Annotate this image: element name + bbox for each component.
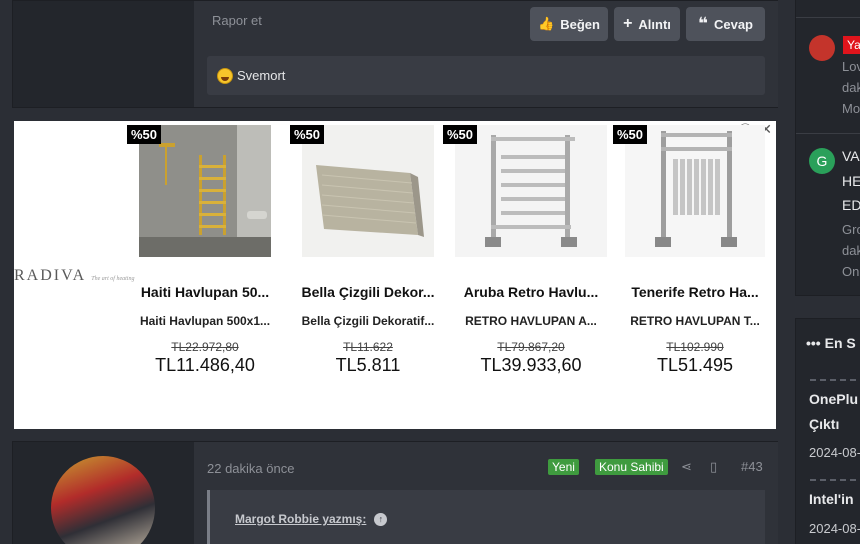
avatar[interactable] [809,35,835,61]
news-date: 2024-08- [809,521,860,536]
reply-button[interactable]: ❝ Cevap [686,7,765,41]
product-subtitle: RETRO HAVLUPAN T... [630,314,760,328]
bookmark-icon[interactable]: ▯ [710,459,717,475]
product-image[interactable]: %50 [443,125,607,257]
divider [810,479,860,481]
news-date: 2024-08- [809,445,860,460]
avatar[interactable]: G [809,148,835,174]
old-price: TL102.990 [666,340,724,354]
activity-line: dak [842,80,860,95]
ad-banner[interactable]: RADIVA The art of heating ⓘ ✕ %50 [14,121,776,429]
thread-meta: dak [842,243,860,258]
gold-towel-rail-icon [139,125,271,257]
sidebar-latest-block: Ya Lov dak Mo G VA HE ED Gro dak Onl [795,0,860,296]
product-image[interactable]: %50 [127,125,271,257]
discount-badge: %50 [443,125,478,144]
thread-meta: Onl [842,264,860,279]
plus-icon: + [623,15,633,32]
price: TL11.486,40 [155,355,255,375]
price: TL39.933,60 [480,355,582,375]
post-user-panel [13,1,193,107]
brand-name: RADIVA [14,267,86,284]
owner-badge: Konu Sahibi [595,459,668,475]
reply-label: Cevap [713,16,753,32]
price: TL51.495 [656,355,734,375]
like-button[interactable]: 👍 Beğen [530,7,608,41]
discount-badge: %50 [127,125,162,144]
discount-badge: %50 [290,125,325,144]
product-subtitle: Bella Çizgili Dekoratif... [301,314,435,328]
quote-author-label: Margot Robbie yazmış: [235,512,367,526]
quote-block: Margot Robbie yazmış: ↑ [207,490,765,544]
price: TL5.811 [335,355,401,375]
news-title[interactable]: Intel'in [809,491,854,507]
thread-title-line[interactable]: VA [842,148,860,164]
thumbs-up-icon: 👍 [538,16,555,31]
thread-meta: Gro [842,222,860,237]
quote-add-button[interactable]: + Alıntı [614,7,680,41]
product-card[interactable]: %50 Haiti Havlupan 50... Haiti Havlupan … [127,125,282,376]
product-subtitle: Haiti Havlupan 500x1... [139,314,271,328]
old-price: TL79.867,20 [497,340,565,354]
old-price: TL22.972,80 [171,340,239,354]
page: Rapor et 👍 Beğen + Alıntı ❝ Cevap Svemor… [0,0,860,544]
product-image[interactable]: %50 [613,125,765,257]
share-icon[interactable]: ⋖ [681,459,692,475]
reactions-bar[interactable]: Svemort [207,56,765,95]
post-body: 22 dakika önce Yeni Konu Sahibi ⋖ ▯ #43 … [194,442,778,544]
product-title[interactable]: Bella Çizgili Dekor... [291,284,445,300]
post-container: 22 dakika önce Yeni Konu Sahibi ⋖ ▯ #43 … [12,441,778,544]
user-badge: Ya [843,36,860,54]
arrow-up-circle-icon[interactable]: ↑ [374,512,388,526]
post-body: Rapor et 👍 Beğen + Alıntı ❝ Cevap Svemor… [194,1,778,107]
product-card[interactable]: %50 Bella Çizgili Dekor... Bella Çizgili… [290,125,445,376]
discount-badge: %50 [613,125,648,144]
product-card[interactable]: %50 Tenerife Retro Ha... RETRO HAVLUPAN … [613,125,772,376]
activity-line: Mo [842,101,860,116]
divider [796,133,860,134]
post-container: Rapor et 👍 Beğen + Alıntı ❝ Cevap Svemor… [12,0,778,108]
product-card[interactable]: %50 Aruba Retro Havlu... RETRO HAVLUPAN … [443,125,608,376]
divider [810,379,860,381]
chrome-towel-rail-icon [455,125,607,257]
section-title: ••• En S [806,335,856,351]
section-title-text: En S [824,335,856,351]
news-title[interactable]: OnePlu [809,391,858,407]
product-title[interactable]: Tenerife Retro Ha... [618,284,772,300]
post-time[interactable]: 22 dakika önce [207,461,294,476]
report-link[interactable]: Rapor et [212,13,262,28]
product-subtitle: RETRO HAVLUPAN A... [465,314,597,328]
thread-title-line[interactable]: ED [842,197,860,213]
post-number[interactable]: #43 [741,459,763,474]
column-radiator-icon [625,125,765,257]
new-badge: Yeni [548,459,579,475]
brand-logo[interactable]: RADIVA The art of heating [14,267,134,285]
dots-icon: ••• [806,335,821,351]
like-label: Beğen [560,16,600,32]
panel-radiator-icon [302,125,434,257]
quote-add-label: Alıntı [638,16,671,32]
reaction-user[interactable]: Svemort [237,68,285,83]
old-price: TL11.622 [343,340,393,354]
activity-line: Lov [842,59,860,74]
product-image[interactable]: %50 [290,125,434,257]
quote-author[interactable]: Margot Robbie yazmış: ↑ [235,512,388,526]
product-title[interactable]: Haiti Havlupan 50... [128,284,282,300]
quote-mark-icon: ❝ [697,14,708,33]
news-title[interactable]: Çıktı [809,416,839,432]
laugh-emoji-icon [217,67,233,84]
product-title[interactable]: Aruba Retro Havlu... [454,284,608,300]
sidebar-news-block: ••• En S OnePlu Çıktı 2024-08- Intel'in … [795,318,860,544]
divider [796,17,860,18]
avatar[interactable] [51,456,155,544]
thread-title-line[interactable]: HE [842,173,860,189]
